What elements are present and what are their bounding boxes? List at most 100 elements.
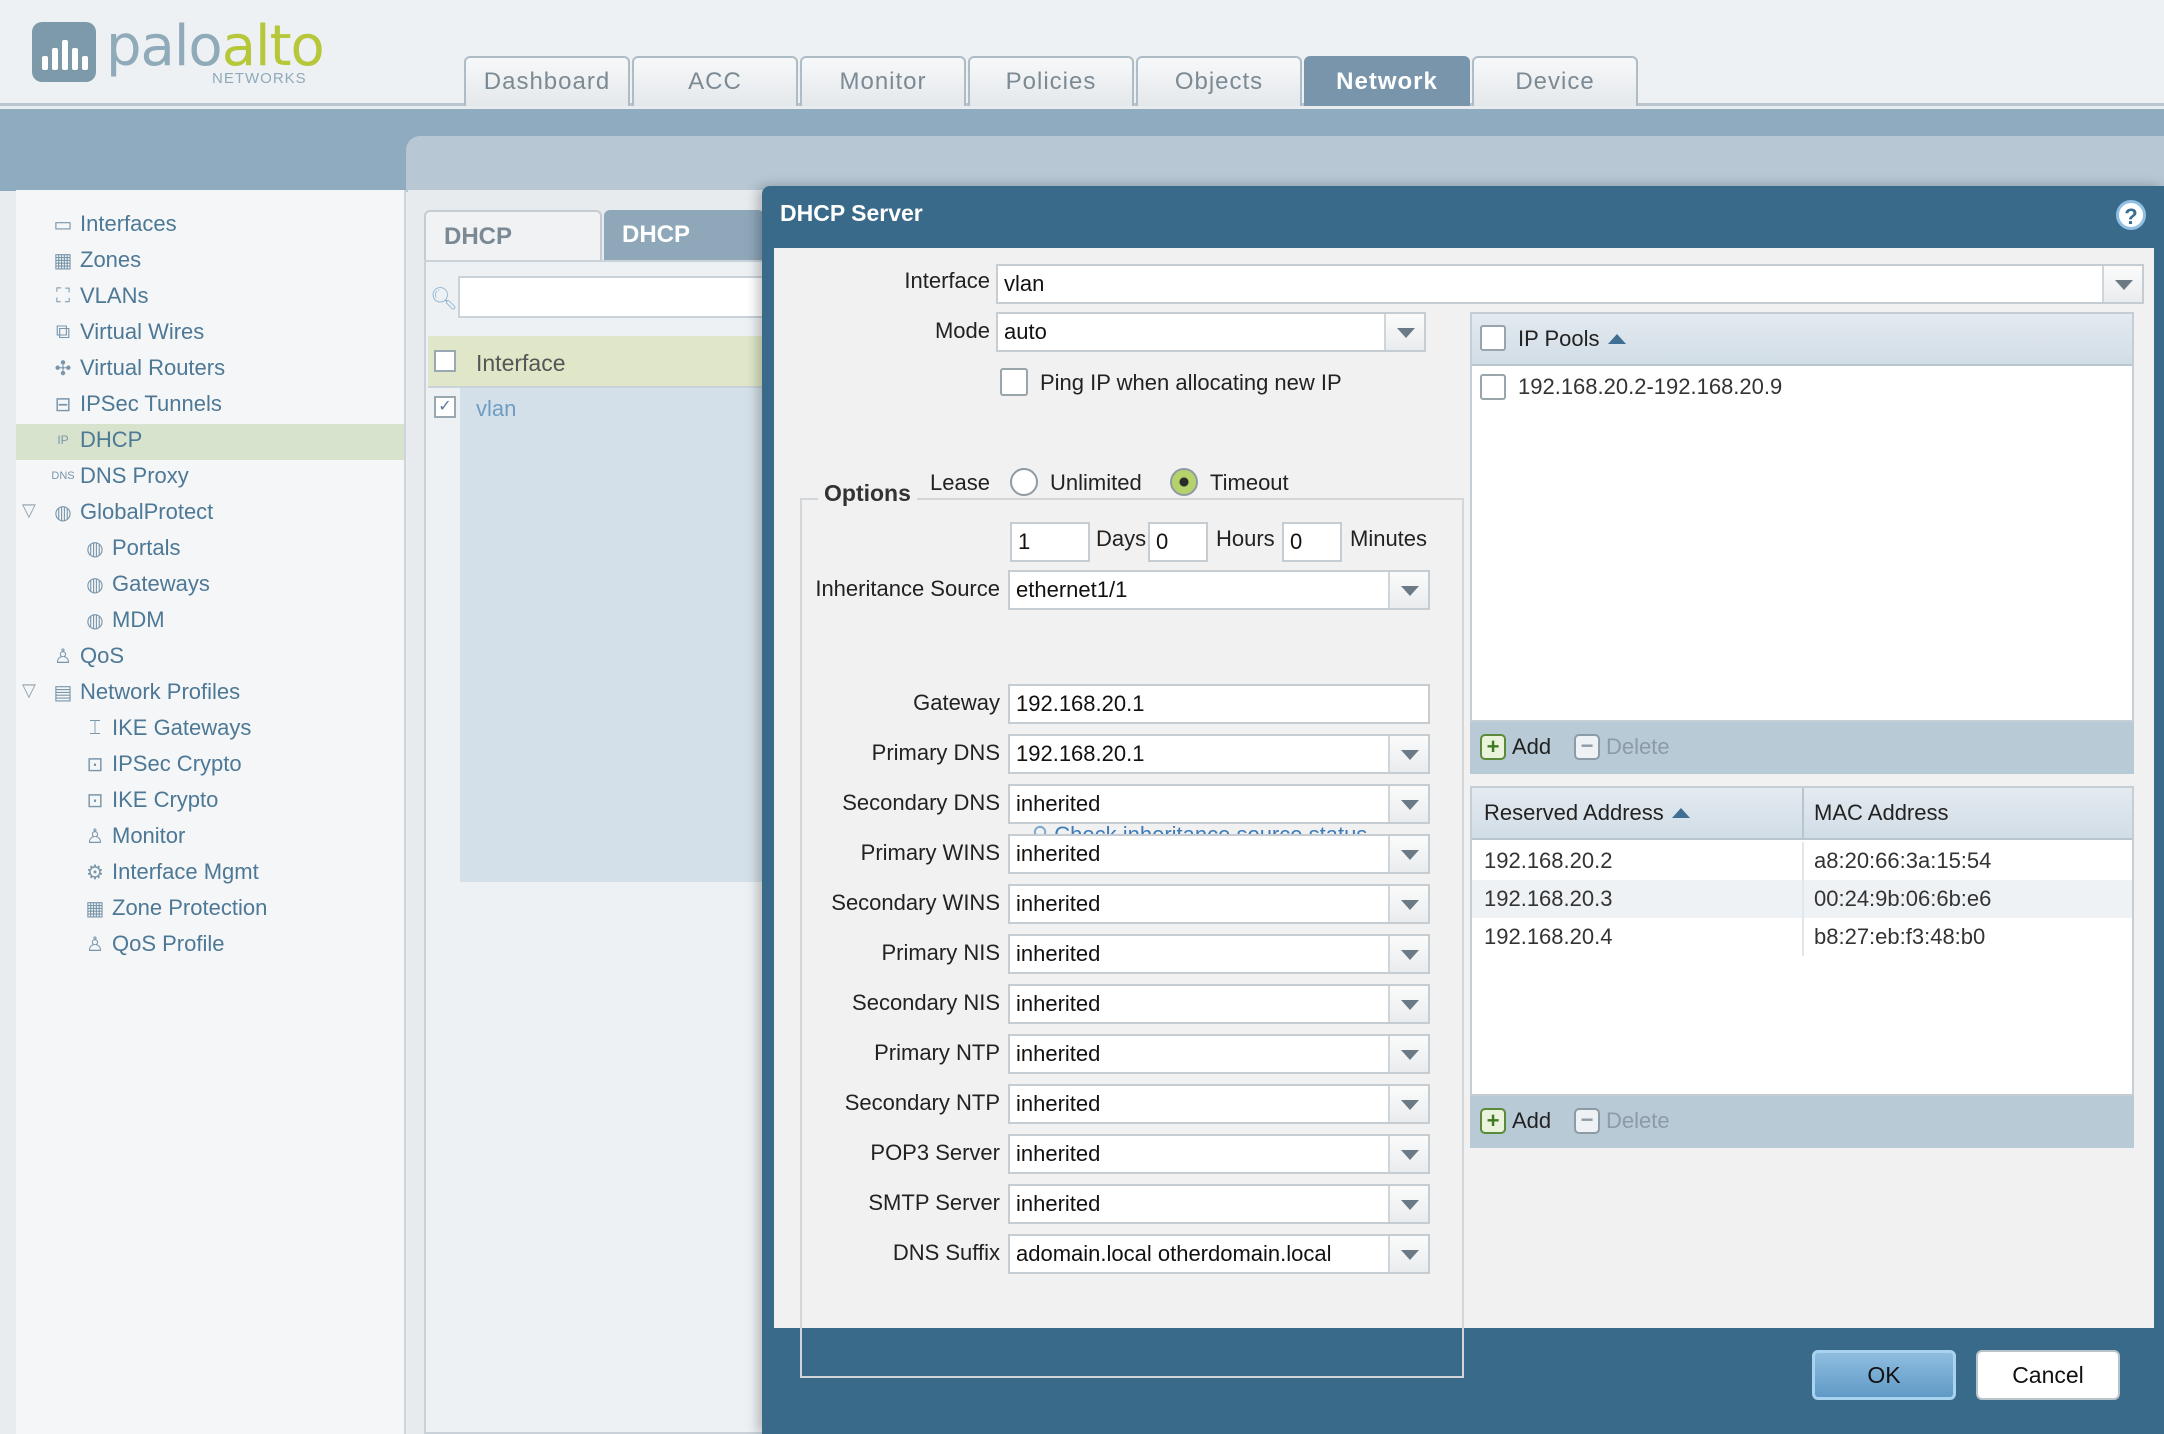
tab-acc[interactable]: ACC (632, 56, 798, 106)
globalprotect-icon: ◍ (54, 501, 72, 524)
chevron-down-icon[interactable] (1388, 1186, 1428, 1222)
ip-pools-add-button[interactable]: + Add (1480, 734, 1551, 760)
mdm-icon: ◍ (86, 609, 104, 632)
subtab-dhcp-server[interactable]: DHCP Server (424, 210, 602, 300)
sidebar-item-zones[interactable]: ▦ Zones (48, 242, 142, 278)
sidebar-item-virtual-routers[interactable]: ✣ Virtual Routers (48, 350, 226, 386)
chevron-down-icon[interactable] (1388, 986, 1428, 1022)
column-header-interface[interactable]: Interface (476, 350, 566, 377)
sidebar-item-monitor[interactable]: ♙ Monitor (80, 818, 185, 854)
sidebar-item-ipsec-tunnels[interactable]: ⊟ IPSec Tunnels (48, 386, 222, 422)
cancel-button[interactable]: Cancel (1976, 1350, 2120, 1400)
ip-pools-column-header[interactable]: IP Pools (1518, 326, 1626, 352)
lease-unlimited-radio[interactable] (1010, 468, 1038, 496)
row-interface-link[interactable]: vlan (476, 396, 516, 422)
primary-ntp-label: Primary NTP (874, 1040, 1000, 1065)
ok-button[interactable]: OK (1812, 1350, 1956, 1400)
ping-ip-checkbox[interactable] (1000, 368, 1028, 396)
primary-dns-select[interactable]: 192.168.20.1 (1008, 734, 1430, 774)
table-row[interactable]: 192.168.20.2-192.168.20.9 (1472, 368, 2132, 406)
sidebar-item-virtual-wires[interactable]: ⧉ Virtual Wires (48, 314, 204, 350)
sidebar-item-qos[interactable]: ♙ QoS (48, 638, 124, 674)
dhcp-icon: IP (57, 433, 69, 447)
tab-objects[interactable]: Objects (1136, 56, 1302, 106)
sidebar-item-portals[interactable]: ◍ Portals (80, 530, 180, 566)
chevron-down-icon[interactable] (1388, 786, 1428, 822)
sidebar-item-ike-crypto[interactable]: ⊡ IKE Crypto (80, 782, 219, 818)
sidebar-item-vlans[interactable]: ⛶ VLANs (48, 278, 148, 314)
lease-minutes-input[interactable]: 0 (1282, 522, 1342, 562)
chevron-down-icon[interactable] (1388, 886, 1428, 922)
lock-icon: ⊡ (86, 789, 104, 812)
row-checkbox[interactable]: ✓ (434, 396, 456, 418)
ip-pools-delete-button[interactable]: − Delete (1574, 734, 1670, 760)
chevron-down-icon[interactable] (1388, 936, 1428, 972)
secondary-dns-select[interactable]: inherited (1008, 784, 1430, 824)
sidebar-item-qos-profile[interactable]: ♙ QoS Profile (80, 926, 224, 962)
sidebar-item-network-profiles[interactable]: ▽ ▤ Network Profiles (22, 674, 240, 710)
sidebar-item-dhcp[interactable]: IP DHCP (48, 422, 142, 458)
lease-timeout-radio[interactable] (1170, 468, 1198, 496)
sidebar-item-label: IKE Crypto (112, 787, 219, 812)
tab-policies[interactable]: Policies (968, 56, 1134, 106)
search-icon: 🔍︎ (430, 286, 458, 311)
chevron-down-icon[interactable] (1388, 1036, 1428, 1072)
top-bar: paloalto NETWORKS Dashboard ACC Monitor … (0, 0, 2164, 106)
secondary-nis-select[interactable]: inherited (1008, 984, 1430, 1024)
minus-icon: − (1574, 1108, 1600, 1134)
chevron-down-icon[interactable] (1388, 836, 1428, 872)
tab-device[interactable]: Device (1472, 56, 1638, 106)
sidebar-item-gateways[interactable]: ◍ Gateways (80, 566, 210, 602)
sidebar-item-mdm[interactable]: ◍ MDM (80, 602, 164, 638)
sidebar-item-dns-proxy[interactable]: DNS DNS Proxy (48, 458, 188, 494)
mode-select[interactable]: auto (996, 312, 1426, 352)
dhcp-server-dialog: DHCP Server ? Interface vlan Mode auto P… (762, 186, 2164, 1434)
delete-label: Delete (1606, 734, 1670, 759)
smtp-server-select[interactable]: inherited (1008, 1184, 1430, 1224)
interface-select[interactable]: vlan (996, 264, 2144, 304)
sidebar-item-label: IPSec Tunnels (80, 391, 222, 416)
dns-suffix-select[interactable]: adomain.local otherdomain.local (1008, 1234, 1430, 1274)
mac-address-column-header[interactable]: MAC Address (1814, 800, 1949, 826)
lease-hours-input[interactable]: 0 (1148, 522, 1208, 562)
secondary-wins-select[interactable]: inherited (1008, 884, 1430, 924)
inheritance-source-select[interactable]: ethernet1/1 (1008, 570, 1430, 610)
select-all-checkbox[interactable] (434, 350, 456, 372)
chevron-down-icon[interactable] (1384, 314, 1424, 350)
primary-nis-select[interactable]: inherited (1008, 934, 1430, 974)
reserved-address-column-header[interactable]: Reserved Address (1484, 800, 1690, 826)
subtab-dhcp-relay[interactable]: DHCP Relay (604, 210, 764, 298)
tab-network[interactable]: Network (1304, 56, 1470, 106)
sidebar-item-interface-mgmt[interactable]: ⚙ Interface Mgmt (80, 854, 259, 890)
lease-days-input[interactable]: 1 (1010, 522, 1090, 562)
reserved-add-button[interactable]: + Add (1480, 1108, 1551, 1134)
chevron-down-icon[interactable] (1388, 1236, 1428, 1272)
lease-timeout-label: Timeout (1210, 470, 1289, 495)
reserved-delete-button[interactable]: − Delete (1574, 1108, 1670, 1134)
ip-pools-select-all-checkbox[interactable] (1480, 325, 1506, 351)
chevron-down-icon[interactable] (1388, 736, 1428, 772)
chevron-down-icon[interactable] (1388, 1086, 1428, 1122)
help-icon[interactable]: ? (2116, 200, 2146, 230)
tab-monitor[interactable]: Monitor (800, 56, 966, 106)
sidebar-item-zone-protection[interactable]: ▦ Zone Protection (80, 890, 268, 926)
chevron-down-icon[interactable] (2102, 266, 2142, 302)
lease-days-label: Days (1096, 526, 1147, 551)
sidebar-item-ipsec-crypto[interactable]: ⊡ IPSec Crypto (80, 746, 242, 782)
tab-dashboard[interactable]: Dashboard (464, 56, 630, 106)
pop3-server-select[interactable]: inherited (1008, 1134, 1430, 1174)
primary-ntp-select[interactable]: inherited (1008, 1034, 1430, 1074)
expand-triangle-icon[interactable]: ▽ (22, 680, 36, 701)
sort-ascending-icon (1671, 808, 1690, 818)
sidebar-item-globalprotect[interactable]: ▽ ◍ GlobalProtect (22, 494, 213, 530)
logo-mark-icon (32, 22, 96, 82)
gateway-input[interactable]: 192.168.20.1 (1008, 684, 1430, 724)
sidebar-item-interfaces[interactable]: ▭ Interfaces (48, 206, 177, 242)
secondary-ntp-select[interactable]: inherited (1008, 1084, 1430, 1124)
primary-wins-select[interactable]: inherited (1008, 834, 1430, 874)
chevron-down-icon[interactable] (1388, 572, 1428, 608)
sidebar-item-ike-gateways[interactable]: ⌶ IKE Gateways (80, 710, 251, 746)
row-checkbox[interactable] (1480, 374, 1506, 400)
chevron-down-icon[interactable] (1388, 1136, 1428, 1172)
expand-triangle-icon[interactable]: ▽ (22, 500, 36, 521)
